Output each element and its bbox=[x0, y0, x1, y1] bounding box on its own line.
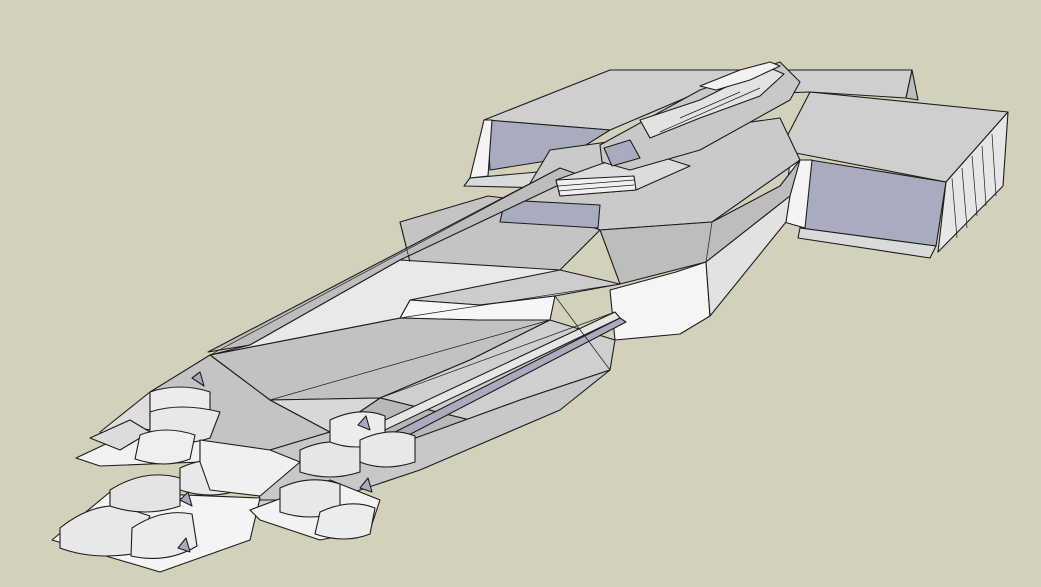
modeling-viewport[interactable] bbox=[0, 0, 1041, 587]
right-hangar-wing bbox=[779, 91, 1009, 259]
starship-model bbox=[51, 61, 1009, 573]
